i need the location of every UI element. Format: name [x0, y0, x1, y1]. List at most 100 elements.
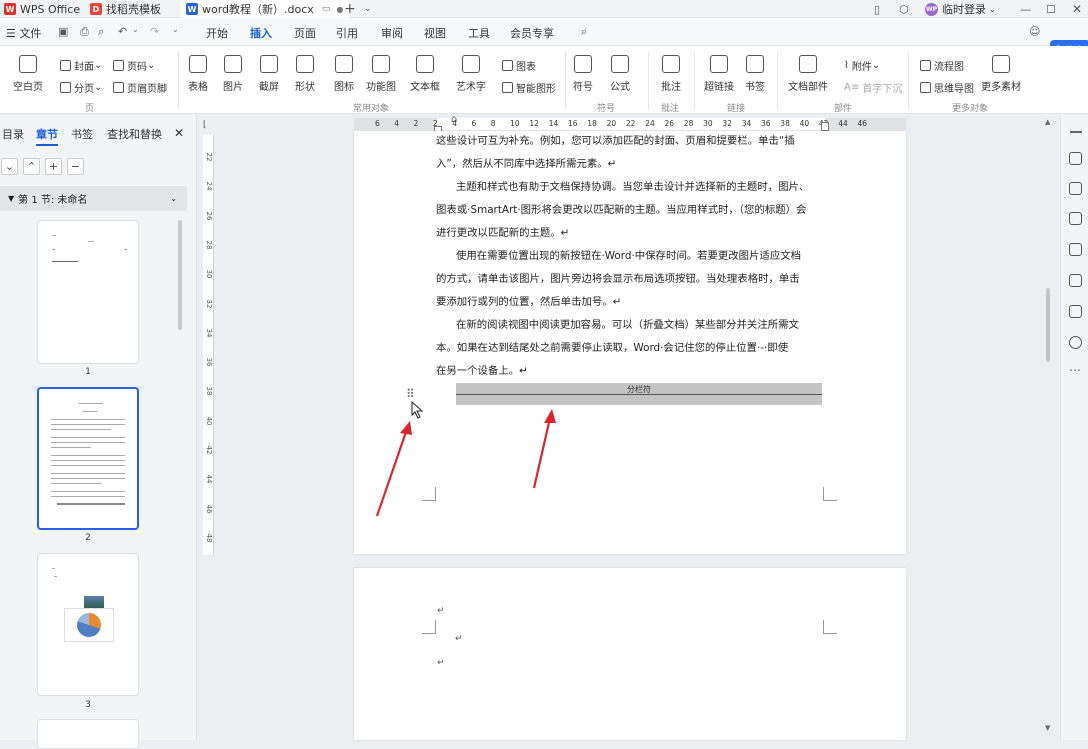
document-scrollbar[interactable]: ▲ ▼	[1045, 118, 1052, 738]
menu-member[interactable]: 会员专享	[510, 25, 554, 41]
minimize-icon[interactable]: —	[1020, 0, 1031, 18]
ruler-tick-label: 6	[375, 119, 380, 128]
menu-page[interactable]: 页面	[294, 25, 316, 41]
vruler-tick-label: 22	[205, 152, 213, 162]
tab-template[interactable]: D 找稻壳模板	[90, 0, 161, 18]
quick-more-chevron-icon[interactable]: ⌄	[172, 25, 179, 34]
maximize-icon[interactable]: ☐	[1046, 0, 1056, 18]
ribbon-separator	[694, 52, 695, 110]
wordart-button[interactable]: 艺术字	[456, 55, 486, 93]
redo-icon[interactable]: ↷	[150, 25, 159, 38]
image-edit-icon[interactable]	[1069, 243, 1082, 256]
close-window-icon[interactable]: ✕	[1072, 0, 1082, 18]
document-page-2[interactable]: 这些设计可互为补充。例如，您可以添加匹配的封面、页眉和提要栏。单击“插 入”，然…	[354, 131, 906, 554]
ruler-tick-label: 12	[529, 119, 539, 128]
image-button[interactable]: 图片	[223, 55, 243, 93]
window-layout-icon[interactable]: ▯	[874, 0, 880, 18]
vertical-ruler[interactable]: 22 24 26 28 30 32 34 36 38 40 42 44 46 48	[203, 135, 214, 555]
tab-stop-icon[interactable]: ⌊	[203, 120, 207, 130]
cube-icon[interactable]: ⬡	[899, 0, 909, 18]
scroll-down-icon[interactable]: ▼	[1045, 724, 1050, 732]
page-thumbnail-2[interactable]	[37, 387, 139, 530]
scroll-up-icon[interactable]: ▲	[1045, 118, 1050, 126]
bookmark-label: 书签	[745, 82, 765, 93]
page-number-button[interactable]: 页码 ⌄	[113, 58, 155, 73]
menu-home[interactable]: 开始	[206, 25, 228, 41]
attachment-button[interactable]: ⌇ 附件 ⌄	[844, 58, 880, 73]
ruler-tick-label: 46	[857, 119, 868, 128]
horizontal-ruler[interactable]: 6 4 2 2 4 6 8 10 12 14 16 18 20 22 24 26 28 30 32 34 36 38 40 4…	[354, 114, 906, 134]
more-icon[interactable]: ⋯	[1069, 363, 1081, 377]
tab-sections[interactable]: 章节	[36, 126, 58, 142]
mindmap-button[interactable]: 思维导图	[920, 80, 974, 95]
tab-bookmarks[interactable]: 书签	[71, 126, 93, 142]
undo-chevron-icon[interactable]: ⌄	[132, 25, 139, 34]
menu-tools[interactable]: 工具	[468, 25, 490, 41]
group-more-label: 更多对象	[952, 104, 989, 114]
header-footer-button[interactable]: 页眉页脚	[113, 80, 167, 95]
new-tab-button[interactable]: +	[344, 0, 356, 18]
tab-monitor-icon[interactable]: ▭	[322, 4, 331, 14]
hyperlink-button[interactable]: 超链接	[704, 55, 734, 93]
tab-list-chevron-icon[interactable]: ⌄	[364, 0, 372, 18]
pane-scrollbar[interactable]	[178, 220, 182, 330]
first-line-indent-marker[interactable]: ⌂	[451, 114, 457, 125]
dropcap-button[interactable]: A≡ 首字下沉	[844, 80, 902, 95]
collapse-up-button[interactable]: ⌃	[23, 158, 40, 175]
cover-button[interactable]: 封面 ⌄	[60, 58, 102, 73]
quick-print-icon[interactable]: ⎙	[80, 25, 89, 39]
undo-icon[interactable]: ↶	[118, 25, 127, 38]
menu-review[interactable]: 审阅	[381, 25, 403, 41]
quick-preview-icon[interactable]: ⌕	[98, 25, 104, 39]
flowchart-button[interactable]: 流程图	[920, 58, 964, 73]
chart-button[interactable]: 图表	[502, 58, 536, 73]
table-button[interactable]: 表格	[188, 55, 208, 93]
shape-button[interactable]: 形状	[295, 55, 315, 93]
tab-wps-office[interactable]: W WPS Office	[4, 0, 80, 18]
section-break-button[interactable]: 分页 ⌄	[60, 80, 102, 95]
file-menu[interactable]: ☰ 文件	[6, 25, 41, 41]
quick-save-icon[interactable]: ▣	[58, 25, 68, 38]
document-page-3[interactable]: ↵ ↵ ↵	[354, 568, 906, 740]
screenshot-button[interactable]: 截屏	[259, 55, 279, 93]
section-header[interactable]: ▼ 第 1 节: 未命名 ⌄	[0, 186, 187, 211]
pen-icon[interactable]	[1069, 152, 1082, 165]
smart-shape-button[interactable]: 智能图形	[502, 80, 556, 95]
formula-button[interactable]: 公式	[610, 55, 630, 93]
collapse-down-button[interactable]: ⌄	[1, 158, 18, 175]
page-thumbnail-3[interactable]	[37, 553, 139, 696]
page-thumbnail-4[interactable]	[37, 719, 139, 749]
formula-label: 公式	[610, 82, 630, 93]
comment-button[interactable]: 批注	[661, 55, 681, 93]
tab-unsaved-dot-icon[interactable]: ●	[336, 5, 343, 14]
textbox-button[interactable]: 文本框	[410, 55, 440, 93]
blank-page-button[interactable]: 空白页	[13, 55, 43, 93]
tab-toc[interactable]: 目录	[2, 126, 24, 142]
select-cursor-icon[interactable]	[1069, 182, 1082, 195]
menu-view[interactable]: 视图	[424, 25, 446, 41]
page-thumbnail-1[interactable]	[37, 220, 139, 364]
tab-document[interactable]: W word教程（新）.docx ▭ ●	[180, 0, 350, 18]
book-icon[interactable]	[1069, 305, 1082, 318]
adjust-icon[interactable]	[1069, 212, 1082, 225]
help-icon[interactable]	[1069, 336, 1082, 349]
chat-icon[interactable]: ☺	[1029, 25, 1040, 38]
add-section-button[interactable]: +	[45, 158, 62, 175]
menu-reference[interactable]: 引用	[336, 25, 358, 41]
user-login[interactable]: WP 临时登录 ⌄	[925, 0, 996, 18]
menu-insert[interactable]: 插入	[250, 25, 272, 41]
tab-find-replace[interactable]: 查找和替换	[107, 126, 162, 142]
scrollbar-thumb[interactable]	[1046, 288, 1050, 362]
search-icon[interactable]: ⌕	[581, 25, 587, 39]
symbol-button[interactable]: 符号	[573, 55, 593, 93]
func-chart-button[interactable]: 功能图	[366, 55, 396, 93]
more-material-button[interactable]: 更多素材	[981, 55, 1021, 93]
doc-parts-button[interactable]: 文档部件	[788, 55, 828, 93]
remove-section-button[interactable]: −	[67, 158, 84, 175]
close-pane-icon[interactable]: ✕	[174, 126, 184, 140]
bookmark-button[interactable]: 书签	[745, 55, 765, 93]
icon-button[interactable]: 图标	[334, 55, 354, 93]
collapse-panel-icon[interactable]	[1070, 131, 1082, 133]
thumb-line	[52, 249, 55, 250]
tools-icon[interactable]	[1069, 274, 1082, 287]
